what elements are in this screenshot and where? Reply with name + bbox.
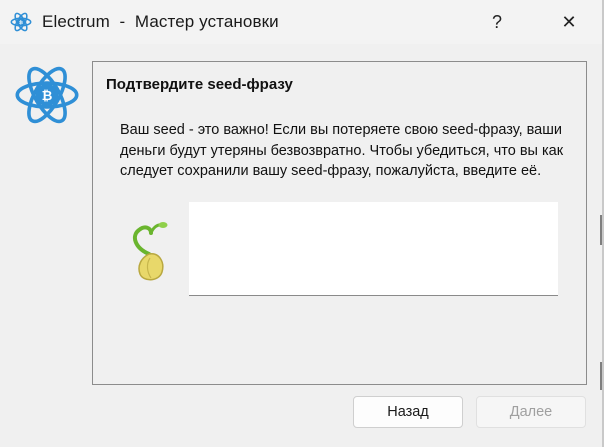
window-title: Electrum - Мастер установки — [42, 12, 279, 31]
instruction-text: Ваш seed - это важно! Если вы потеряете … — [120, 122, 564, 179]
title-bar: ₿ Electrum - Мастер установки ? ✕ — [0, 0, 602, 44]
window-edge-marker — [600, 215, 602, 245]
back-button[interactable]: Назад — [353, 396, 463, 428]
next-button[interactable]: Далее — [476, 396, 586, 428]
setup-wizard-window: ₿ Electrum - Мастер установки ? ✕ ₿ Подт… — [0, 0, 604, 447]
electrum-logo-icon: ₿ — [10, 12, 32, 32]
seed-phrase-input[interactable] — [189, 202, 558, 296]
seed-sprout-icon — [132, 222, 168, 281]
help-button[interactable]: ? — [474, 0, 520, 44]
page-title: Подтвердите seed-фразу — [106, 76, 293, 93]
window-edge-marker — [600, 362, 602, 390]
close-button[interactable]: ✕ — [546, 0, 592, 44]
content-panel: Подтвердите seed-фразу Ваш seed - это ва… — [92, 61, 587, 385]
svg-text:₿: ₿ — [42, 89, 53, 104]
electrum-logo-icon: ₿ — [15, 66, 79, 124]
